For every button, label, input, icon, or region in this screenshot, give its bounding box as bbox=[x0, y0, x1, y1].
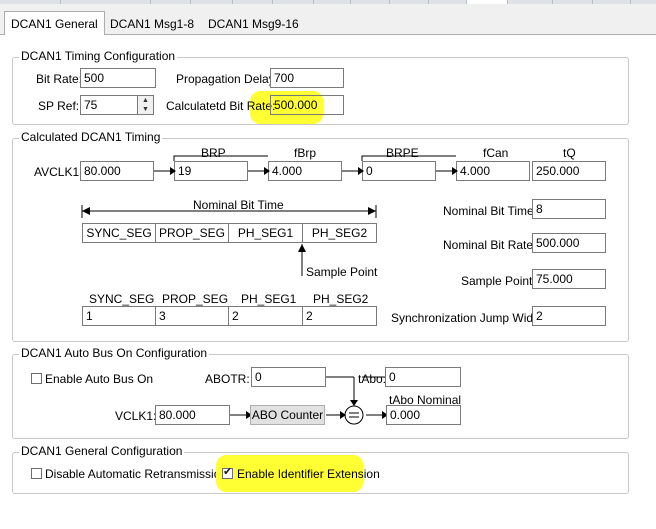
tabo-field: 0 bbox=[385, 367, 461, 387]
checkmark-icon: ✔ bbox=[223, 466, 233, 478]
sample-point-caption: Sample Point bbox=[306, 265, 378, 279]
tabo-label: tAbo: bbox=[358, 372, 387, 386]
nominal-bit-time-field: 8 bbox=[532, 199, 606, 219]
seg-label: PH_SEG2 bbox=[313, 292, 369, 306]
segment-cell: PH_SEG1 bbox=[228, 223, 303, 243]
ph-seg1-value: 2 bbox=[228, 306, 303, 326]
tabo-nominal-field: 0.000 bbox=[386, 405, 461, 425]
nominal-bit-time-label: Nominal Bit Time: bbox=[443, 204, 538, 218]
enable-auto-bus-label: Enable Auto Bus On bbox=[45, 372, 154, 386]
enable-auto-bus-checkbox[interactable] bbox=[31, 373, 42, 384]
group-title: DCAN1 General Configuration bbox=[19, 444, 185, 458]
nominal-bit-rate-label: Nominal Bit Rate: bbox=[443, 238, 537, 252]
seg-label: PROP_SEG bbox=[162, 292, 229, 306]
ph-seg2-value: 2 bbox=[302, 306, 377, 326]
abo-counter-box: ABO Counter bbox=[250, 405, 325, 425]
prop-seg-value: 3 bbox=[155, 306, 229, 326]
disable-retransmission-label: Disable Automatic Retransmission bbox=[45, 467, 228, 481]
vclk1-label: VCLK1: bbox=[115, 409, 157, 423]
disable-retransmission-checkbox[interactable] bbox=[31, 468, 42, 479]
vclk1-field: 80.000 bbox=[155, 405, 230, 425]
enable-id-extension-checkbox[interactable]: ✔ bbox=[222, 466, 233, 479]
nominal-bit-time-caption: Nominal Bit Time bbox=[193, 198, 284, 212]
segment-cell: SYNC_SEG bbox=[82, 223, 156, 243]
abotr-input[interactable]: 0 bbox=[251, 367, 326, 387]
nominal-bit-rate-field: 500.000 bbox=[532, 233, 606, 253]
sample-point-field: 75.000 bbox=[532, 269, 606, 289]
enable-id-extension-label: Enable Identifier Extension bbox=[237, 467, 380, 481]
group-title: DCAN1 Auto Bus On Configuration bbox=[19, 346, 210, 360]
seg-label: SYNC_SEG bbox=[89, 292, 155, 306]
seg-label: PH_SEG1 bbox=[241, 292, 297, 306]
sjw-field: 2 bbox=[532, 306, 606, 326]
abotr-label: ABOTR: bbox=[205, 372, 250, 386]
sample-point-label: Sample Point: bbox=[461, 274, 536, 288]
segment-cell: PROP_SEG bbox=[155, 223, 229, 243]
segment-cell: PH_SEG2 bbox=[302, 223, 377, 243]
sjw-label: Synchronization Jump Width: bbox=[391, 311, 547, 325]
sync-seg-value: 1 bbox=[82, 306, 156, 326]
